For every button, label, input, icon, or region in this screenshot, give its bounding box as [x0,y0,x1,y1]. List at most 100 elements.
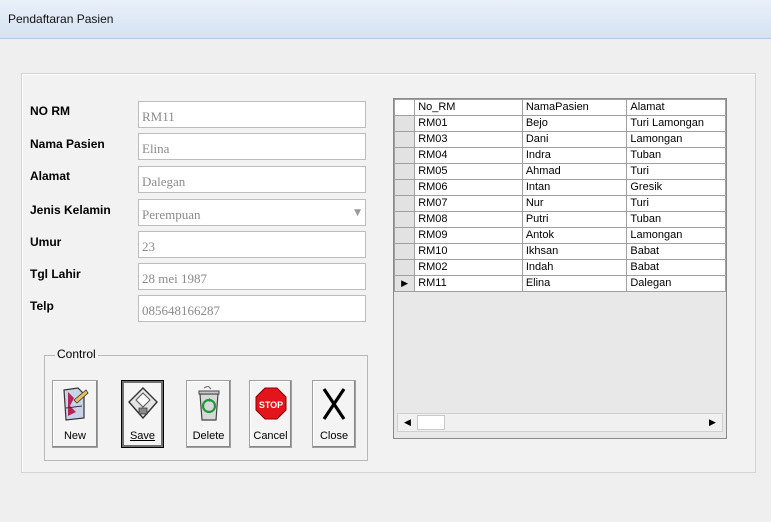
telp-field[interactable]: 085648166287 [138,295,366,322]
table-row[interactable]: RM10 Ikhsan Babat [394,243,726,260]
table-cell[interactable]: Gresik [626,179,726,196]
table-row[interactable]: RM04 Indra Tuban [394,147,726,164]
row-selector[interactable] [394,163,416,180]
x-close-icon [322,388,346,420]
table-cell[interactable]: Lamongan [626,227,726,244]
table-cell[interactable]: Ahmad [521,163,628,180]
jenis-kelamin-value: Perempuan [142,207,201,222]
row-selector[interactable] [394,131,416,148]
table-row[interactable]: RM02 Indah Babat [394,259,726,276]
label-no-rm: NO RM [30,104,70,118]
table-row[interactable]: RM03 Dani Lamongan [394,131,726,148]
table-row[interactable]: RM07 Nur Turi [394,195,726,212]
table-cell[interactable]: Babat [626,259,726,276]
cancel-button[interactable]: STOP Cancel [249,380,292,448]
table-cell[interactable]: RM07 [414,195,523,212]
delete-button[interactable]: Delete [186,380,231,448]
table-cell[interactable]: Lamongan [626,131,726,148]
table-row[interactable]: RM01 Bejo Turi Lamongan [394,115,726,132]
label-telp: Telp [30,299,54,313]
table-cell[interactable]: RM11 [414,275,523,292]
table-cell[interactable]: Elina [521,275,628,292]
table-cell[interactable]: RM02 [414,259,523,276]
row-selector-header [394,99,416,116]
cancel-button-label: Cancel [253,430,288,442]
recycle-bin-icon [198,386,219,421]
delete-button-label: Delete [192,430,225,442]
table-cell[interactable]: Indra [521,147,628,164]
table-row[interactable]: RM05 Ahmad Turi [394,163,726,180]
patient-table: No_RM NamaPasien Alamat RM01 Bejo Turi Lamong… [394,99,726,292]
row-selector[interactable] [394,211,416,228]
save-button[interactable]: Save [121,380,164,448]
scrollbar-thumb[interactable] [417,415,445,430]
new-document-icon [63,387,89,421]
scroll-right-icon[interactable]: ▶ [704,415,721,430]
column-header[interactable]: Alamat [626,99,726,116]
table-row[interactable]: RM09 Antok Lamongan [394,227,726,244]
label-tgl-lahir: Tgl Lahir [30,267,81,281]
window-titlebar: Pendaftaran Pasien [0,0,771,39]
row-selector[interactable] [394,227,416,244]
row-selector[interactable] [394,179,416,196]
alamat-field[interactable]: Dalegan [138,166,366,193]
label-alamat: Alamat [30,169,71,183]
svg-text:STOP: STOP [258,400,282,410]
table-cell[interactable]: Tuban [626,211,726,228]
horizontal-scrollbar[interactable]: ◀ ▶ [397,413,723,432]
save-button-label: Save [129,430,156,442]
table-cell[interactable]: RM06 [414,179,523,196]
table-cell[interactable]: Dani [521,131,628,148]
table-cell[interactable]: Nur [521,195,628,212]
table-cell[interactable]: RM03 [414,131,523,148]
no-rm-field[interactable]: RM11 [138,101,366,128]
window-title: Pendaftaran Pasien [8,12,114,26]
table-cell[interactable]: Tuban [626,147,726,164]
column-header[interactable]: No_RM [414,99,523,116]
table-cell[interactable]: Babat [626,243,726,260]
row-selector[interactable] [394,259,416,276]
label-nama-pasien: Nama Pasien [30,137,105,151]
label-umur: Umur [30,235,62,249]
jenis-kelamin-select[interactable]: Perempuan ▼ [138,199,366,226]
table-cell[interactable]: Dalegan [626,275,726,292]
table-cell[interactable]: Intan [521,179,628,196]
column-header[interactable]: NamaPasien [521,99,628,116]
table-cell[interactable]: Turi [626,195,726,212]
current-row-pointer-icon[interactable]: ▶ [394,275,416,292]
umur-field[interactable]: 23 [138,231,366,258]
table-cell[interactable]: RM05 [414,163,523,180]
stop-sign-icon: STOP [255,387,286,420]
tgl-lahir-field[interactable]: 28 mei 1987 [138,263,366,290]
control-legend: Control [55,347,98,361]
table-cell[interactable]: RM01 [414,115,523,132]
table-cell[interactable]: Antok [521,227,628,244]
row-selector[interactable] [394,243,416,260]
save-disk-icon [127,387,158,420]
nama-pasien-field[interactable]: Elina [138,133,366,160]
table-cell[interactable]: RM04 [414,147,523,164]
close-button-label: Close [319,430,349,442]
table-cell[interactable]: RM08 [414,211,523,228]
row-selector[interactable] [394,147,416,164]
new-button-label: New [63,430,86,442]
table-cell[interactable]: RM10 [414,243,523,260]
table-cell[interactable]: Turi [626,163,726,180]
close-button[interactable]: Close [312,380,356,448]
table-row[interactable]: RM06 Intan Gresik [394,179,726,196]
scroll-left-icon[interactable]: ◀ [399,415,416,430]
table-row[interactable]: RM08 Putri Tuban [394,211,726,228]
table-cell[interactable]: RM09 [414,227,523,244]
table-cell[interactable]: Indah [521,259,628,276]
table-cell[interactable]: Ikhsan [521,243,628,260]
table-cell[interactable]: Putri [521,211,628,228]
patient-datagrid[interactable]: No_RM NamaPasien Alamat RM01 Bejo Turi Lamong… [393,98,727,439]
table-header-row: No_RM NamaPasien Alamat [394,99,726,116]
row-selector[interactable] [394,115,416,132]
table-cell[interactable]: Turi Lamongan [626,115,726,132]
table-row[interactable]: ▶ RM11 Elina Dalegan [394,275,726,292]
row-selector[interactable] [394,195,416,212]
new-button[interactable]: New [52,380,98,448]
table-cell[interactable]: Bejo [521,115,628,132]
chevron-down-icon[interactable]: ▼ [354,208,361,218]
